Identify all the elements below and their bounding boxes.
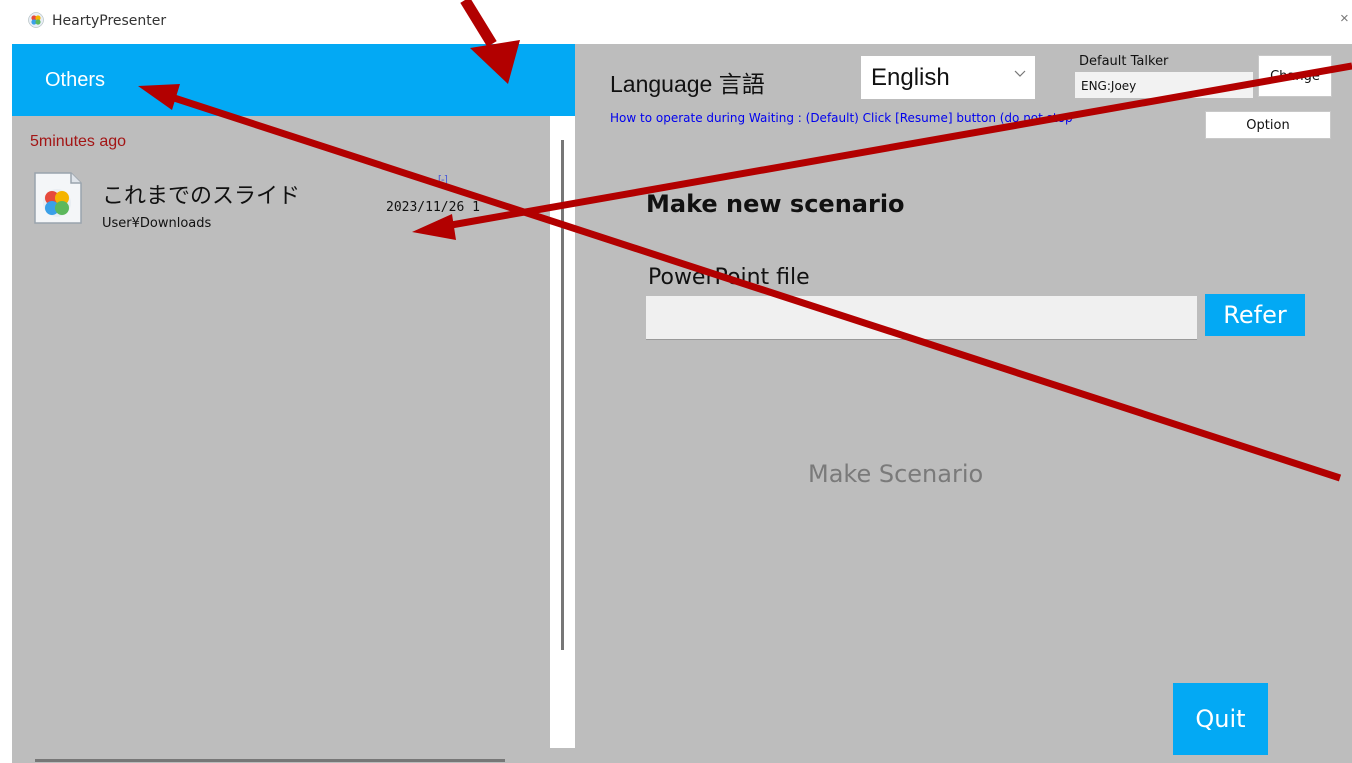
make-scenario-button[interactable]: Make Scenario xyxy=(808,460,983,488)
default-talker-value: ENG:Joey xyxy=(1081,79,1137,93)
window-title: HeartyPresenter xyxy=(52,13,167,29)
main-panel xyxy=(575,44,1352,763)
chevron-down-icon[interactable] xyxy=(1012,67,1028,81)
hearty-presenter-file-icon[interactable] xyxy=(31,171,85,227)
powerpoint-file-label: PowerPoint file xyxy=(648,265,810,290)
change-button[interactable]: Change xyxy=(1258,55,1332,97)
recent-files-title: Others xyxy=(45,69,106,91)
close-icon[interactable]: × xyxy=(1340,10,1349,27)
waiting-operation-link[interactable]: How to operate during Waiting : (Default… xyxy=(610,111,1073,125)
section-title: Make new scenario xyxy=(646,190,905,218)
horizontal-scrollbar[interactable] xyxy=(35,759,505,762)
powerpoint-file-input[interactable] xyxy=(646,296,1197,340)
option-button[interactable]: Option xyxy=(1205,111,1331,139)
quit-button[interactable]: Quit xyxy=(1173,683,1268,755)
language-selected-value[interactable]: English xyxy=(871,64,950,92)
recent-file-date: 2023/11/26 1 xyxy=(386,200,480,215)
title-bar xyxy=(0,0,1352,44)
default-talker-label: Default Talker xyxy=(1079,54,1169,69)
scrollbar-thumb[interactable] xyxy=(561,140,564,650)
refer-button[interactable]: Refer xyxy=(1205,294,1305,336)
recent-files-panel xyxy=(12,44,575,763)
language-label: Language 言語 xyxy=(610,71,765,97)
app-logo-icon xyxy=(28,12,44,28)
recent-file-name[interactable]: これまでのスライド xyxy=(102,178,300,210)
recent-file-path: User¥Downloads xyxy=(102,216,212,231)
recent-group-label: 5minutes ago xyxy=(30,133,127,150)
recent-file-remove-mark[interactable]: [-] xyxy=(438,174,448,186)
